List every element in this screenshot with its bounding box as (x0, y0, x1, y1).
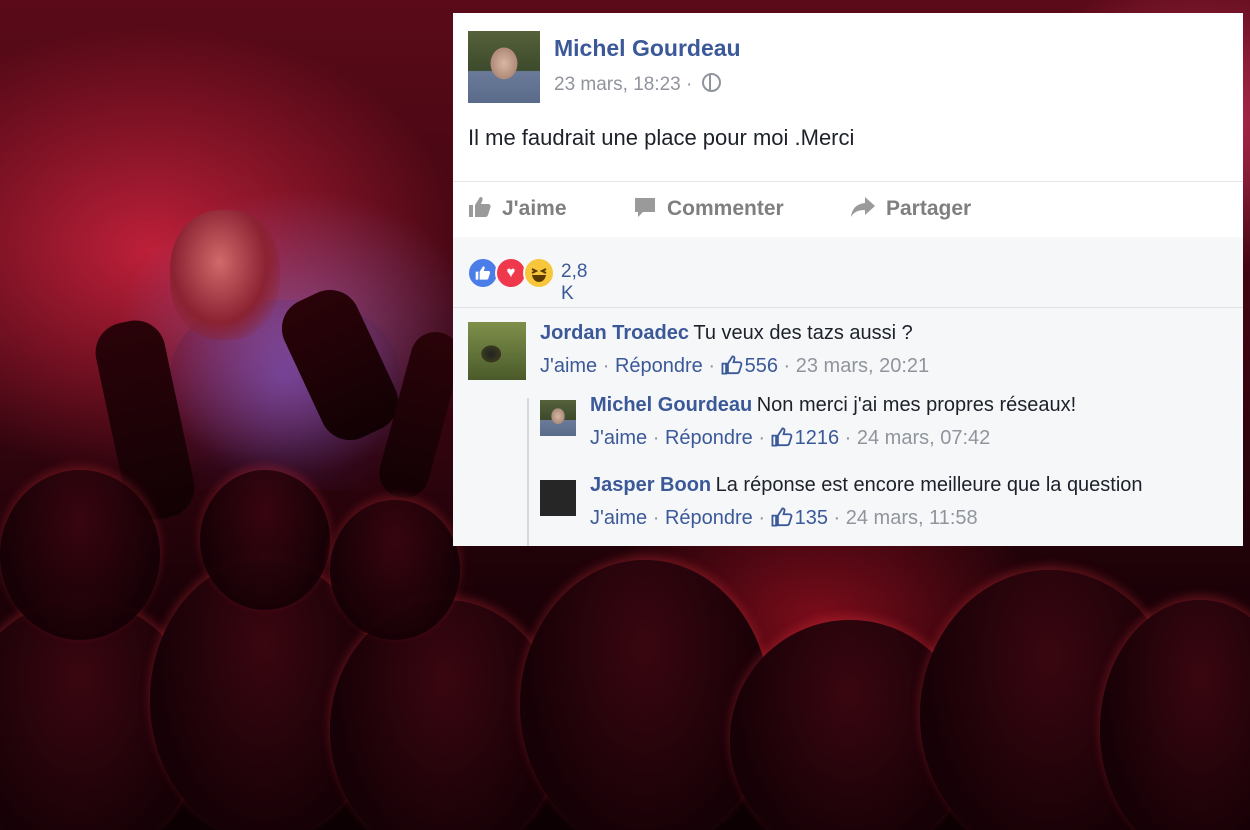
comment-bubble-icon (633, 196, 657, 224)
like-label: J'aime (502, 197, 567, 220)
comment-like-link[interactable]: J'aime (540, 355, 597, 377)
comment-like-link[interactable]: J'aime (590, 427, 647, 449)
comment-body: Michel Gourdeau Non merci j'ai mes propr… (590, 394, 1076, 453)
comment-actions: J'aime · Répondre · 1216 · 24 mars, 07:4… (590, 427, 1076, 453)
comment-like-link[interactable]: J'aime (590, 507, 647, 529)
commenter-name[interactable]: Michel Gourdeau (590, 394, 752, 416)
reply-thread-line (527, 398, 529, 546)
share-label: Partager (886, 197, 972, 220)
comment-body: Jordan Troadec Tu veux des tazs aussi ? … (540, 322, 929, 381)
post-meta: 23 mars, 18:23 · (554, 73, 721, 96)
comment-timestamp[interactable]: 24 mars, 07:42 (857, 427, 990, 449)
comment-body: Jasper Boon La réponse est encore meille… (590, 474, 1143, 533)
share-button[interactable]: Partager (850, 196, 971, 224)
comment-like-count[interactable]: 1216 (795, 427, 840, 449)
comment-reply-link[interactable]: Répondre (665, 507, 753, 529)
dj-figure-head (170, 210, 280, 340)
reaction-count[interactable]: 2,8 K (561, 261, 587, 305)
commenter-name[interactable]: Jordan Troadec (540, 322, 689, 344)
comment-actions: J'aime · Répondre · 556 · 23 mars, 20:21 (540, 355, 929, 381)
crowd-head (200, 470, 330, 610)
comment-button[interactable]: Commenter (633, 196, 784, 224)
thumbs-up-icon (721, 355, 743, 381)
crowd-head (0, 470, 160, 640)
comment-timestamp[interactable]: 23 mars, 20:21 (796, 355, 929, 377)
comment-like-count[interactable]: 556 (745, 355, 778, 377)
author-avatar[interactable] (468, 31, 540, 103)
post-action-bar: J'aime Commenter Partager (453, 181, 1243, 238)
commenter-avatar[interactable] (540, 480, 576, 516)
thumbs-up-icon (771, 507, 793, 533)
comment-label: Commenter (667, 197, 784, 220)
thumbs-up-icon (468, 196, 492, 224)
post-timestamp[interactable]: 23 mars, 18:23 · (554, 74, 692, 95)
comment-text: Non merci j'ai mes propres réseaux! (756, 394, 1077, 416)
post-header: Michel Gourdeau 23 mars, 18:23 · (468, 31, 1228, 105)
comment-text: Tu veux des tazs aussi ? (693, 322, 913, 344)
comment-timestamp[interactable]: 24 mars, 11:58 (846, 507, 978, 529)
post-author-name[interactable]: Michel Gourdeau (554, 35, 741, 62)
crowd-head (330, 500, 460, 640)
comment-actions: J'aime · Répondre · 135 · 24 mars, 11:58 (590, 507, 1143, 533)
haha-reaction-icon (523, 257, 555, 289)
commenter-avatar[interactable] (468, 322, 526, 380)
comment-like-count[interactable]: 135 (795, 507, 828, 529)
comment-reply-link[interactable]: Répondre (615, 355, 703, 377)
thumbs-up-icon (771, 427, 793, 453)
divider (453, 307, 1243, 308)
comment-reply-link[interactable]: Répondre (665, 427, 753, 449)
globe-icon[interactable] (701, 73, 721, 92)
facebook-post-card: Michel Gourdeau 23 mars, 18:23 · Il me f… (453, 13, 1243, 546)
commenter-name[interactable]: Jasper Boon (590, 474, 711, 496)
comment-text: La réponse est encore meilleure que la q… (715, 474, 1143, 496)
post-text: Il me faudrait une place pour moi .Merci (468, 125, 855, 150)
like-button[interactable]: J'aime (468, 196, 567, 224)
share-arrow-icon (850, 196, 876, 224)
feedback-section: ♥ 2,8 K Jordan Troadec Tu veux des tazs … (453, 237, 1243, 546)
commenter-avatar[interactable] (540, 400, 576, 436)
crowd-head (520, 560, 770, 830)
